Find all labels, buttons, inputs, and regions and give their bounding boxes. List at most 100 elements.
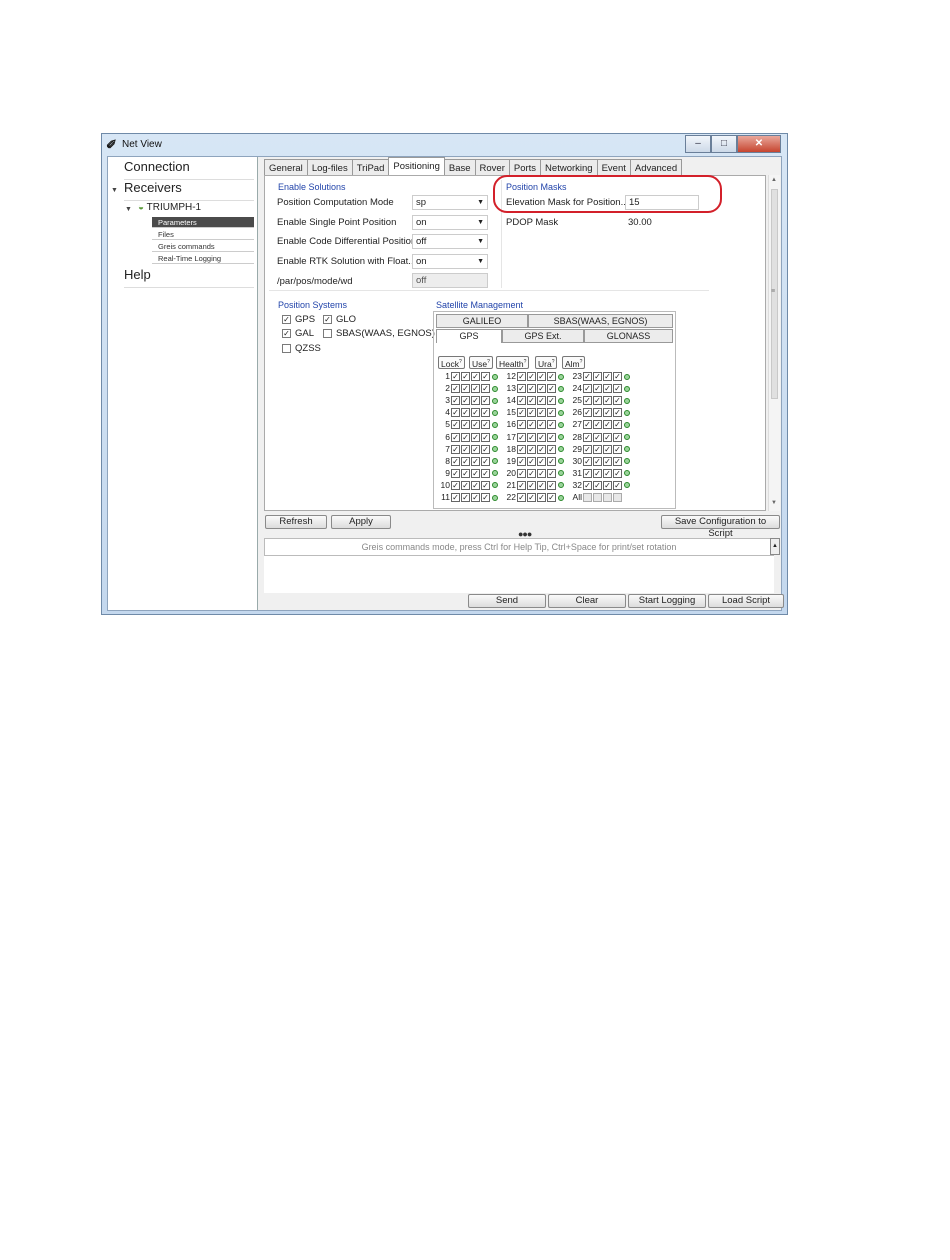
satellite-checkbox[interactable]: ✓ xyxy=(471,480,480,490)
satellite-checkbox[interactable]: ✓ xyxy=(613,480,622,490)
satellite-checkbox[interactable]: ✓ xyxy=(527,420,536,430)
satellite-checkbox[interactable]: ✓ xyxy=(451,480,460,490)
satellite-checkbox[interactable]: ✓ xyxy=(527,408,536,418)
satellite-checkbox[interactable]: ✓ xyxy=(583,432,592,442)
satellite-checkbox[interactable]: ✓ xyxy=(547,480,556,490)
sidebar-device[interactable]: ◒ TRIUMPH-1 xyxy=(138,202,201,213)
satellite-checkbox[interactable]: ✓ xyxy=(583,456,592,466)
satellite-checkbox[interactable]: ✓ xyxy=(451,456,460,466)
satellite-checkbox[interactable]: ✓ xyxy=(461,480,470,490)
satellite-checkbox[interactable]: ✓ xyxy=(461,396,470,406)
satellite-checkbox[interactable]: ✓ xyxy=(451,493,460,502)
refresh-button[interactable]: Refresh xyxy=(265,515,327,529)
satellite-checkbox[interactable]: ✓ xyxy=(593,420,602,430)
tab-glonass[interactable]: GLONASS xyxy=(584,329,673,343)
start-logging-button[interactable]: Start Logging xyxy=(628,594,706,608)
satellite-checkbox[interactable]: ✓ xyxy=(451,396,460,406)
satellite-checkbox[interactable]: ✓ xyxy=(451,420,460,430)
satellite-checkbox[interactable]: ✓ xyxy=(481,420,490,430)
satellite-checkbox[interactable]: ✓ xyxy=(613,456,622,466)
maximize-button[interactable]: □ xyxy=(711,135,737,153)
select-all-checkbox[interactable] xyxy=(603,493,612,502)
satellite-checkbox[interactable]: ✓ xyxy=(527,396,536,406)
sidebar-item-greis-commands[interactable]: Greis commands xyxy=(152,241,254,252)
minimize-button[interactable]: – xyxy=(685,135,711,153)
satellite-checkbox[interactable]: ✓ xyxy=(547,444,556,454)
satellite-checkbox[interactable]: ✓ xyxy=(481,493,490,502)
sidebar-item-files[interactable]: Files xyxy=(152,229,254,240)
satellite-checkbox[interactable]: ✓ xyxy=(461,493,470,502)
satellite-checkbox[interactable]: ✓ xyxy=(481,432,490,442)
satellite-checkbox[interactable]: ✓ xyxy=(517,493,526,502)
satellite-checkbox[interactable]: ✓ xyxy=(517,468,526,478)
satellite-checkbox[interactable]: ✓ xyxy=(583,384,592,394)
satellite-checkbox[interactable]: ✓ xyxy=(537,432,546,442)
satellite-checkbox[interactable]: ✓ xyxy=(613,396,622,406)
satellite-checkbox[interactable]: ✓ xyxy=(603,480,612,490)
satellite-checkbox[interactable]: ✓ xyxy=(517,396,526,406)
satellite-checkbox[interactable]: ✓ xyxy=(451,432,460,442)
satellite-checkbox[interactable]: ✓ xyxy=(527,468,536,478)
scroll-up-icon[interactable]: ▲ xyxy=(771,177,777,183)
satellite-checkbox[interactable]: ✓ xyxy=(547,456,556,466)
satellite-checkbox[interactable]: ✓ xyxy=(593,384,602,394)
rotation-spinner[interactable]: ▲ xyxy=(770,538,780,555)
satellite-checkbox[interactable]: ✓ xyxy=(527,444,536,454)
satellite-checkbox[interactable]: ✓ xyxy=(537,408,546,418)
satellite-checkbox[interactable]: ✓ xyxy=(471,372,480,381)
satellite-checkbox[interactable]: ✓ xyxy=(461,468,470,478)
satellite-checkbox[interactable]: ✓ xyxy=(481,444,490,454)
satellite-checkbox[interactable]: ✓ xyxy=(471,420,480,430)
satellite-checkbox[interactable]: ✓ xyxy=(451,384,460,394)
satellite-checkbox[interactable]: ✓ xyxy=(471,456,480,466)
column-alm[interactable]: Alm? xyxy=(562,356,586,369)
satellite-checkbox[interactable]: ✓ xyxy=(461,444,470,454)
satellite-checkbox[interactable]: ✓ xyxy=(517,456,526,466)
triangle-down-icon[interactable]: ▼ xyxy=(125,206,132,213)
clear-button[interactable]: Clear xyxy=(548,594,626,608)
satellite-checkbox[interactable]: ✓ xyxy=(471,432,480,442)
load-script-button[interactable]: Load Script xyxy=(708,594,784,608)
satellite-checkbox[interactable]: ✓ xyxy=(583,480,592,490)
satellite-checkbox[interactable]: ✓ xyxy=(547,372,556,381)
scroll-down-icon[interactable]: ▼ xyxy=(771,500,777,506)
satellite-checkbox[interactable]: ✓ xyxy=(547,432,556,442)
satellite-checkbox[interactable]: ✓ xyxy=(613,444,622,454)
satellite-checkbox[interactable]: ✓ xyxy=(517,384,526,394)
satellite-checkbox[interactable]: ✓ xyxy=(547,468,556,478)
satellite-checkbox[interactable]: ✓ xyxy=(583,408,592,418)
satellite-checkbox[interactable]: ✓ xyxy=(481,396,490,406)
satellite-checkbox[interactable]: ✓ xyxy=(481,468,490,478)
tab-gps-ext[interactable]: GPS Ext. xyxy=(502,329,584,343)
column-lock[interactable]: Lock? xyxy=(438,356,465,369)
satellite-checkbox[interactable]: ✓ xyxy=(527,493,536,502)
column-ura[interactable]: Ura? xyxy=(535,356,558,369)
command-input[interactable]: Greis commands mode, press Ctrl for Help… xyxy=(264,538,774,556)
satellite-checkbox[interactable]: ✓ xyxy=(451,444,460,454)
select-all-checkbox[interactable] xyxy=(583,493,592,502)
single-point-position-select[interactable]: on ▼ xyxy=(412,215,488,230)
satellite-checkbox[interactable]: ✓ xyxy=(517,420,526,430)
satellite-checkbox[interactable]: ✓ xyxy=(517,372,526,381)
satellite-checkbox[interactable]: ✓ xyxy=(603,396,612,406)
satellite-checkbox[interactable]: ✓ xyxy=(527,456,536,466)
satellite-checkbox[interactable]: ✓ xyxy=(603,420,612,430)
satellite-checkbox[interactable]: ✓ xyxy=(537,493,546,502)
satellite-checkbox[interactable]: ✓ xyxy=(471,408,480,418)
satellite-checkbox[interactable]: ✓ xyxy=(527,480,536,490)
satellite-checkbox[interactable]: ✓ xyxy=(461,432,470,442)
gal-checkbox[interactable]: ✓ xyxy=(282,329,291,338)
elevation-mask-input[interactable]: 15 xyxy=(625,195,699,210)
satellite-checkbox[interactable]: ✓ xyxy=(583,372,592,381)
satellite-checkbox[interactable]: ✓ xyxy=(603,384,612,394)
satellite-checkbox[interactable]: ✓ xyxy=(527,432,536,442)
satellite-checkbox[interactable]: ✓ xyxy=(461,384,470,394)
satellite-checkbox[interactable]: ✓ xyxy=(613,372,622,381)
satellite-checkbox[interactable]: ✓ xyxy=(593,396,602,406)
satellite-checkbox[interactable]: ✓ xyxy=(537,468,546,478)
satellite-checkbox[interactable]: ✓ xyxy=(593,468,602,478)
satellite-checkbox[interactable]: ✓ xyxy=(481,408,490,418)
gps-checkbox[interactable]: ✓ xyxy=(282,315,291,324)
satellite-checkbox[interactable]: ✓ xyxy=(537,420,546,430)
satellite-checkbox[interactable]: ✓ xyxy=(603,468,612,478)
